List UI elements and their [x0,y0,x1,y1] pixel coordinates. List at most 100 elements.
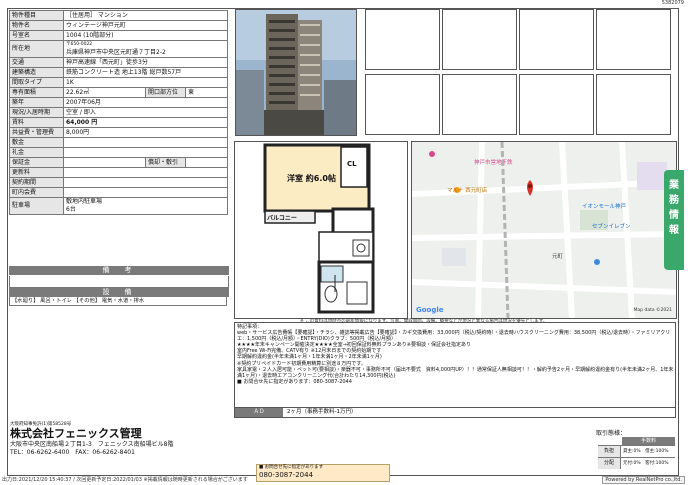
property-row: 駐車場 敷地内駐車場 6台 [9,197,229,215]
ad-row: ＡＤ 2ヶ月（事務手数料-1万円） [234,407,676,418]
property-value: 鉄筋コンクリート造 地上13階 総戸数57戸 [62,67,229,78]
property-value-line-1: 敷地内駐車場 [66,198,103,206]
location-map: 神戸市営地下鉄 マルナ 西元町店 元町 イオンモール神戸 セブンイレブン Goo… [411,141,677,319]
google-logo: Google [416,306,444,314]
property-value: 空室 / 即入 [62,107,229,118]
property-label: 駐車場 [9,197,64,215]
property-row: 物件名 ウィンテージ神戸元町 [9,20,229,31]
balcony-label: バルコニー [267,215,297,222]
building-photo [235,9,357,136]
property-row: 建築構造 鉄筋コンクリート造 地上13階 総戸数57戸 [9,67,229,78]
property-row: 敷金 [9,137,229,148]
footer-left: 出力日:2021/12/20 15:40:37 / 次回更新予定日:2022/0… [2,477,248,483]
room-label: 洋室 約6.0帖 [287,174,336,183]
property-value: ウィンテージ神戸元町 [62,20,229,31]
property-label: 町内会費 [9,187,64,198]
photo-slot-7 [519,74,594,135]
footer-right: Powered by RealNetPro co.,ltd. [602,476,685,484]
property-value [63,157,146,168]
photo-slot-5 [365,74,440,135]
property-row: 所在地 〒650-0022 兵庫県神戸市中央区元町通７丁目2-2 [9,40,229,58]
property-value [62,177,229,188]
closet-label: CL [347,160,357,168]
property-row: 更新料 [9,167,229,178]
property-value: 1K [62,77,229,88]
map-attribution: Map data ©2021 [633,308,672,313]
remarks-line: ■ お問合せ先に指定があります：080-3087-2044 [237,378,352,385]
property-label: 礼金 [9,147,64,158]
remarks-line: 家具家電・２人入居可能・ペット可(要相談)・楽器不可・事務所不可（届出不要式 資… [237,366,674,379]
property-row: 専有面積 22.62㎡ 開口部方位東 [9,87,229,98]
property-sub-value [184,157,229,168]
property-label: 築年 [9,97,64,108]
property-label: 間取タイプ [9,77,64,88]
inquiry-phone[interactable]: 080-3087-2044 [257,471,389,480]
ad-value: 2ヶ月（事務手数料-1万円） [287,409,357,415]
photo-slot-2 [442,9,517,70]
property-row: 礼金 [9,147,229,158]
property-value: 敷地内駐車場 6台 [62,197,229,215]
property-value: 64,000 円 [62,117,229,128]
map-label-0: 神戸市営地下鉄 [474,160,513,166]
setsubi-header: 設 備 [9,288,229,297]
property-row: 築年 2007年06月 [9,97,229,108]
property-value: 22.62㎡ [63,87,146,98]
map-label-3: イオンモール神戸 [582,204,627,210]
property-label: 専有面積 [9,87,64,98]
property-label: 物件種目 [9,10,64,21]
property-value [62,137,229,148]
trade-row-1-label: 分配 [598,458,621,469]
property-row: 町内会費 [9,187,229,198]
property-value: 神戸高速線「西元町」徒歩3分 [62,57,229,68]
property-label: 交通 [9,57,64,68]
property-value: 〒650-0022 兵庫県神戸市中央区元町通７丁目2-2 [62,40,229,58]
trade-row-0-label: 負担 [598,446,621,457]
company-name: 株式会社フェニックス管理 [10,427,142,440]
property-label: 保証金 [9,157,64,168]
property-value-line-1: 〒650-0022 [66,42,93,47]
property-label: 敷金 [9,137,64,148]
property-value: 1004 (10階部分) [62,30,229,41]
bikou-body [9,276,229,288]
photo-slot-6 [442,74,517,135]
property-label: 共益費・管理費 [9,127,64,138]
document-code: 5382079 [661,0,684,6]
floor-plan: 洋室 約6.0帖 CL バルコニー [234,141,408,319]
trade-row-1-value: 元付:0% 客付:100% [623,461,669,466]
property-label: 建築構造 [9,67,64,78]
map-label-4: セブンイレブン [592,224,631,230]
inquiry-box: ■ お問合せ先に指定があります 080-3087-2044 [256,464,390,482]
photo-slot-8 [596,74,671,135]
property-row: 賃料 64,000 円 [9,117,229,128]
map-label-2: 元町 [552,254,564,260]
property-row: 共益費・管理費 8,000円 [9,127,229,138]
property-row: 交通 神戸高速線「西元町」徒歩3分 [9,57,229,68]
property-value: ［住居用］ マンション [62,10,229,21]
side-tab-business-info[interactable]: 業務情報 [664,170,684,270]
property-value: 8,000円 [62,127,229,138]
property-row: 間取タイプ 1K [9,77,229,88]
company-address: 大阪市中央区南船場２丁目1-3 フェニックス南船場ビル8階 [10,441,174,448]
property-value-line-2: 兵庫県神戸市中央区元町通７丁目2-2 [66,49,166,56]
remarks-box: 特記事項： web・サービス広告費帳【要確認】・チラシ、雑誌等掲載広告【要確認】・… [234,322,676,408]
map-label-1: マルナ 西元町店 [447,188,488,194]
trade-header: 手数料 [622,437,675,445]
property-label: 物件名 [9,20,64,31]
property-table: 物件種目 ［住居用］ マンション 物件名 ウィンテージ神戸元町 号室名 1004 (10階… [9,10,229,215]
property-row: 保証金 償却・敷引 [9,157,229,168]
property-row: 物件種目 ［住居用］ マンション [9,10,229,21]
property-row: 現況/入居時期 空室 / 即入 [9,107,229,118]
photo-slot-3 [519,9,594,70]
property-sub-label: 開口部方位 [145,87,186,98]
property-row: 号室名 1004 (10階部分) [9,30,229,41]
property-value: 2007年06月 [62,97,229,108]
setsubi-body: 【水廻り】 風呂・トイレ 【その他】 電気・水道・排水 [9,297,227,306]
property-value [62,167,229,178]
trade-table: 手数料 負担 貸主:0% 借主:100% 分配 元付:0% 客付:100% [598,437,675,470]
company-contact: TEL：06-6262-6400 FAX：06-6262-8401 [10,449,135,456]
property-label: 賃料 [9,117,64,128]
remarks-line: web・サービス広告費帳【要確認】・チラシ、雑誌等掲載広告【要確認】・カギ交換費… [237,330,671,343]
photo-slot-1 [365,9,440,70]
property-sub-label: 償却・敷引 [145,157,186,168]
property-label: 所在地 [9,40,64,58]
